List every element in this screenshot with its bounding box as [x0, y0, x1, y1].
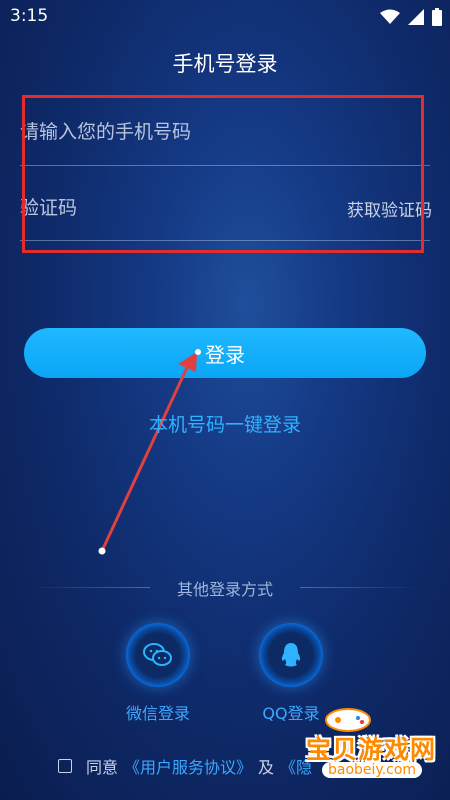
agreement-prefix: 同意	[86, 758, 119, 777]
watermark-url: baobeiy.com	[322, 762, 423, 778]
watermark: 宝贝游戏网 baobeiy.com	[292, 700, 450, 800]
wechat-login-button[interactable]	[126, 623, 190, 687]
agreement-and: 及	[258, 758, 275, 777]
agreement-row: 同意 《用户服务协议》 及 《隐	[58, 754, 312, 778]
wechat-login-label: 微信登录	[125, 704, 190, 723]
annotation-arrow	[98, 349, 201, 555]
qq-login-button[interactable]	[259, 623, 323, 687]
qq-icon	[281, 643, 301, 667]
onekey-login-link[interactable]: 本机号码一键登录	[0, 410, 450, 437]
watermark-text: 宝贝游戏网	[306, 735, 437, 764]
other-login-title: 其他登录方式	[176, 580, 273, 599]
agreement-checkbox[interactable]	[58, 759, 72, 773]
wechat-icon	[143, 643, 172, 666]
user-agreement-link[interactable]: 《用户服务协议》	[124, 754, 252, 778]
